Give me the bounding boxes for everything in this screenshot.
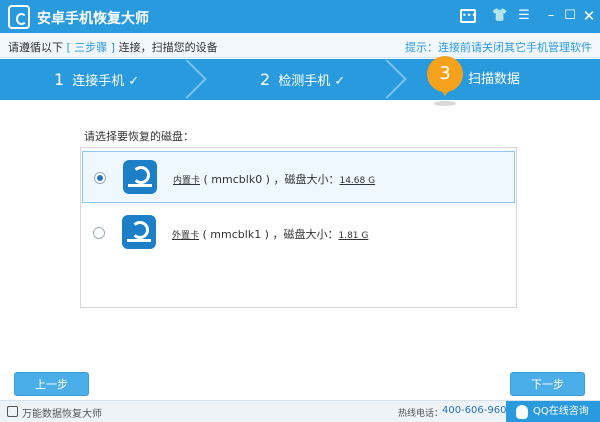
disk-option-external[interactable]: 外置卡 ( mmcblk1 ) ，磁盘大小：1.81 G (82, 207, 515, 259)
disk-icon (122, 215, 156, 249)
disk-list: 内置卡 ( mmcblk0 ) ，磁盘大小：14.68 G 外置卡 ( mmcb… (80, 147, 517, 308)
skin-icon[interactable]: 👕 (491, 7, 509, 25)
hotline-label: 热线电话： (398, 409, 444, 419)
status-bar: 万能数据恢复大师 热线电话： 400-606-9600 QQ在线咨询 (0, 400, 600, 422)
disk-info-internal: 内置卡 ( mmcblk0 ) ，磁盘大小：14.68 G (173, 173, 376, 186)
disk-icon (123, 160, 157, 194)
hotline-number: 400-606-9600 (442, 405, 513, 416)
chat-icon[interactable]: ••• (460, 9, 476, 23)
disk-info-external: 外置卡 ( mmcblk1 ) ，磁盘大小：1.81 G (172, 228, 369, 241)
brand-link[interactable]: 万能数据恢复大师 (22, 405, 102, 420)
title-bar: 安卓手机恢复大师 ••• 👕 ☰ – ☐ ✕ (0, 0, 600, 33)
maximize-icon[interactable]: ☐ (561, 7, 579, 25)
qq-consult-label: QQ在线咨询 (533, 406, 589, 417)
qq-consult-button[interactable]: QQ在线咨询 (506, 401, 600, 422)
app-title: 安卓手机恢复大师 (37, 11, 149, 27)
chevron-right-icon (367, 59, 407, 99)
instruction-bar: 请遵循以下 [ 三步骤 ] 连接，扫描您的设备 提示：连接前请关闭其它手机管理软… (0, 33, 600, 58)
qq-icon (516, 405, 528, 419)
prev-button[interactable]: 上一步 (14, 372, 89, 396)
step-2: 2 检测手机 ✓ (260, 70, 346, 89)
select-disk-label: 请选择要恢复的磁盘： (84, 130, 194, 143)
menu-icon[interactable]: ☰ (515, 7, 533, 25)
app-logo-icon (8, 5, 30, 29)
close-icon[interactable]: ✕ (580, 7, 598, 25)
badge-shadow (434, 101, 456, 106)
instruction-text: 请遵循以下 [ 三步骤 ] 连接，扫描您的设备 (8, 41, 218, 54)
current-step-badge: 3 (427, 56, 463, 96)
step-3: 扫描数据 (468, 72, 521, 87)
tip-text: 提示：连接前请关闭其它手机管理软件 (405, 41, 592, 54)
step-progress-bar: 1 连接手机 ✓ 2 检测手机 ✓ 扫描数据 (0, 59, 600, 100)
chevron-right-icon (167, 59, 207, 99)
radio-external[interactable] (93, 227, 105, 239)
minimize-icon[interactable]: – (542, 7, 560, 25)
check-icon: ✓ (128, 74, 140, 89)
step-1: 1 连接手机 ✓ (54, 70, 140, 89)
brand-icon (7, 406, 18, 417)
disk-option-internal[interactable]: 内置卡 ( mmcblk0 ) ，磁盘大小：14.68 G (82, 151, 515, 203)
next-button[interactable]: 下一步 (510, 372, 585, 396)
check-icon: ✓ (334, 74, 346, 89)
radio-internal[interactable] (94, 172, 106, 184)
